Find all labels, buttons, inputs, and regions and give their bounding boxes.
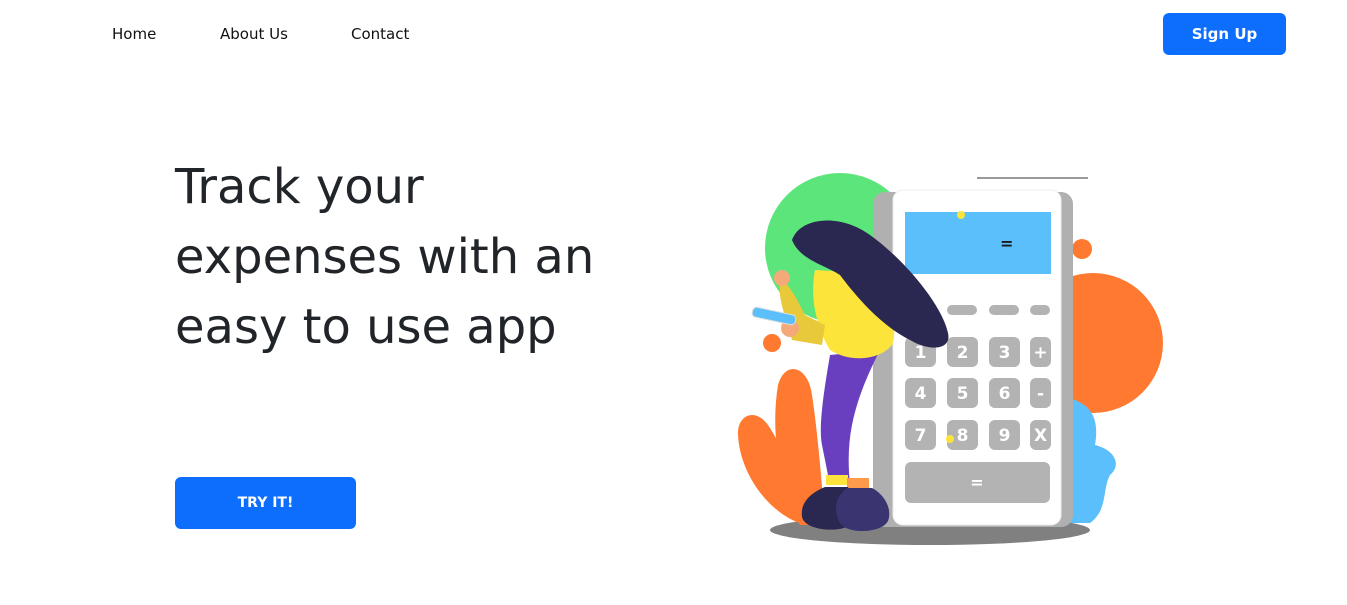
try-it-button[interactable]: TRY IT! [175,477,356,529]
landing-page: Home About Us Contact Sign Up Track your… [0,0,1347,605]
nav-home-link[interactable]: Home [112,25,156,43]
calculator-key-label: + [1033,343,1047,363]
pill-key [1030,305,1050,315]
orange-dot-right [1072,239,1092,259]
equals-key-label: = [970,473,983,492]
pill-key [989,305,1019,315]
sign-up-button[interactable]: Sign Up [1163,13,1286,55]
nav-about-link[interactable]: About Us [220,25,288,43]
calculator-key-label: 3 [999,343,1011,363]
calculator-key-label: 8 [957,426,969,446]
calculator-screen [905,212,1051,274]
screen-equals: = [1000,234,1013,253]
person-legs [820,350,880,485]
calculator-key-label: 5 [957,384,969,404]
person-hand [774,270,790,286]
pill-key [947,305,977,315]
orange-dot-left [763,334,781,352]
hero-headline: Track your expenses with an easy to use … [175,159,595,355]
calculator-key-label: - [1037,384,1044,404]
calculator-key-label: X [1034,426,1047,446]
calculator-illustration: = 1 2 3 +4 5 6 -7 8 9 X = [737,173,1163,545]
yellow-dot-top [957,211,965,219]
calculator-key-label: 9 [999,426,1011,446]
calculator-key-label: 6 [999,384,1011,404]
nav-contact-link[interactable]: Contact [351,25,409,43]
calculator-key-label: 4 [915,384,927,404]
calculator-key-label: 2 [957,343,969,363]
yellow-dot-bottom [946,435,954,443]
person-sock [847,478,869,488]
person-sock [826,475,848,485]
calculator-key-label: 7 [915,426,927,446]
